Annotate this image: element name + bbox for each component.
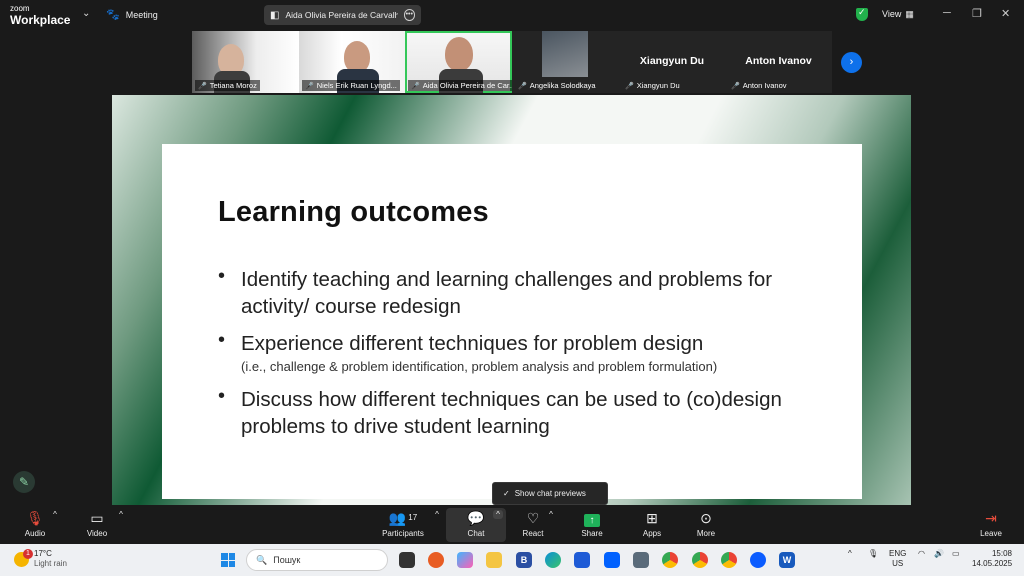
participant-tile[interactable]: 🎤 Niels Erik Ruan Lyngd... (299, 31, 405, 93)
view-button[interactable]: View ▦ (882, 9, 914, 20)
input-language-indicator[interactable]: ENG US (889, 549, 906, 569)
apps-grid-icon: ⊞ (646, 510, 658, 526)
react-options-chevron-icon[interactable]: ^ (546, 510, 556, 519)
participant-name-label: 🎤 Xiangyun Du (625, 81, 680, 90)
chrome-profile-icon[interactable] (721, 552, 737, 568)
participant-display-name: Anton Ivanov (745, 55, 812, 67)
share-screen-icon: ↑ (584, 514, 600, 527)
app-icon[interactable] (633, 552, 649, 568)
participant-tile-active-speaker[interactable]: 🎤 Aida Olivia Pereira de Car... (405, 31, 512, 93)
checkmark-icon: ✓ (503, 489, 510, 498)
active-speaker-pill[interactable]: ◧ Aida Olivia Pereira de Carvalho C ••• (264, 5, 421, 25)
title-bar: zoom Workplace ⌄ 🐾 Meeting ◧ Aida Olivia… (0, 0, 1024, 30)
task-view-icon[interactable] (399, 552, 415, 568)
mic-muted-icon: 🎤 (411, 82, 420, 90)
file-explorer-icon[interactable] (486, 552, 502, 568)
audio-options-chevron-icon[interactable]: ^ (50, 510, 60, 519)
copilot-icon[interactable] (457, 552, 473, 568)
chat-preview-toast[interactable]: ✓ Show chat previews (492, 482, 608, 505)
participant-tile[interactable]: 🎤 Tetiana Moroz (192, 31, 299, 93)
dropbox-icon[interactable] (604, 552, 620, 568)
participant-name-label: 🎤 Niels Erik Ruan Lyngd... (302, 80, 400, 91)
chat-options-chevron-icon[interactable]: ^ (493, 510, 503, 519)
participant-video (542, 31, 588, 77)
minimize-icon[interactable]: ─ (943, 7, 951, 19)
video-options-chevron-icon[interactable]: ^ (116, 510, 126, 519)
taskbar-clock[interactable]: 15:08 14.05.2025 (972, 549, 1012, 569)
slide-content: Learning outcomes Identify teaching and … (162, 144, 862, 499)
participants-count: 17 (408, 513, 418, 522)
chevron-down-icon[interactable]: ⌄ (82, 8, 90, 19)
leave-button[interactable]: ⇥ Leave (961, 510, 1021, 538)
zoom-app-icon[interactable] (750, 552, 766, 568)
mic-muted-icon: 🎤 (305, 82, 314, 90)
chat-preview-label: Show chat previews (514, 489, 586, 498)
participant-video (445, 37, 473, 71)
meeting-info-button[interactable]: 🐾 Meeting (106, 8, 158, 21)
more-button[interactable]: ⊙ More (676, 510, 736, 538)
participant-tile[interactable]: Xiangyun Du 🎤 Xiangyun Du (619, 31, 725, 93)
participants-button[interactable]: 👥 17 Participants (373, 510, 433, 538)
shared-screen: Learning outcomes Identify teaching and … (112, 95, 911, 505)
microsoft-store-icon[interactable] (574, 552, 590, 568)
search-placeholder: Пошук (273, 555, 301, 565)
app-b-icon[interactable]: B (516, 552, 532, 568)
close-icon[interactable]: ✕ (1001, 7, 1010, 20)
slide-bullet: Experience different techniques for prob… (218, 329, 828, 376)
slide-bullet: Discuss how different techniques can be … (218, 385, 828, 440)
next-page-arrow-icon[interactable]: › (841, 52, 862, 73)
zoom-window: zoom Workplace ⌄ 🐾 Meeting ◧ Aida Olivia… (0, 0, 1024, 576)
participant-tile[interactable]: Anton Ivanov 🎤 Anton Ivanov (725, 31, 832, 93)
battery-icon[interactable]: ▭ (952, 549, 960, 558)
security-shield-icon[interactable] (856, 7, 868, 21)
meeting-label: Meeting (125, 9, 158, 20)
word-icon[interactable]: W (779, 552, 795, 568)
speaker-icon: ◧ (270, 9, 280, 21)
search-icon: 🔍 (256, 554, 268, 565)
mic-muted-icon: 🎤 (198, 82, 207, 90)
more-options-icon[interactable]: ••• (403, 9, 415, 21)
apps-button[interactable]: ⊞ Apps (622, 510, 682, 538)
annotate-pencil-icon[interactable]: ✎ (13, 471, 35, 493)
chrome-icon[interactable] (662, 552, 678, 568)
participant-strip: 🎤 Tetiana Moroz 🎤 Niels Erik Ruan Lyngd...… (192, 31, 832, 93)
share-button[interactable]: ↑ Share (562, 510, 622, 538)
leave-exit-icon: ⇥ (985, 510, 997, 526)
volume-icon[interactable]: 🔊 (934, 549, 944, 558)
wifi-icon[interactable]: ◠ (918, 549, 925, 558)
taskbar-search-input[interactable]: 🔍 Пошук (246, 549, 388, 571)
meeting-toolbar: 🎙 Audio ^ ▭ Video ^ 👥 17 Participants ^ 💬… (0, 508, 1024, 544)
paw-icon: 🐾 (106, 9, 120, 21)
weather-widget[interactable]: 1 17°C Light rain (12, 549, 67, 569)
participant-name-label: 🎤 Angelika Solodkaya (518, 81, 596, 90)
microphone-icon[interactable]: 🎙 (868, 549, 878, 558)
participant-display-name: Xiangyun Du (639, 55, 705, 67)
active-speaker-name: Aida Olivia Pereira de Carvalho C (285, 10, 398, 20)
edge-icon[interactable] (545, 552, 561, 568)
windows-taskbar: 1 17°C Light rain 🔍 Пошук B W ^ 🎙 ENG US… (0, 544, 1024, 576)
more-dots-icon: ⊙ (700, 510, 712, 526)
participants-icon: 👥 (388, 510, 407, 526)
slide-bullet: Identify teaching and learning challenge… (218, 265, 828, 320)
chrome-profile-icon[interactable] (692, 552, 708, 568)
notification-badge: 1 (23, 549, 33, 559)
show-hidden-icons-chevron-icon[interactable]: ^ (848, 549, 852, 558)
slide-bullet-list: Identify teaching and learning challenge… (218, 265, 828, 450)
participants-options-chevron-icon[interactable]: ^ (432, 510, 442, 519)
restore-icon[interactable]: ❐ (972, 7, 982, 20)
participant-tile[interactable]: 🎤 Angelika Solodkaya (512, 31, 619, 93)
mic-muted-icon: 🎤 (625, 82, 634, 90)
participant-name-label: 🎤 Anton Ivanov (731, 81, 787, 90)
zoom-logo: zoom Workplace (10, 4, 71, 27)
windows-start-icon[interactable] (221, 553, 235, 567)
slide-title: Learning outcomes (218, 196, 489, 228)
participant-name-label: 🎤 Tetiana Moroz (195, 80, 260, 91)
view-label: View (882, 9, 902, 19)
firefox-icon[interactable] (428, 552, 444, 568)
view-grid-icon: ▦ (905, 9, 914, 19)
participant-name-label: 🎤 Aida Olivia Pereira de Car... (408, 80, 512, 91)
mic-muted-icon: 🎤 (518, 82, 527, 90)
mic-muted-icon: 🎤 (731, 82, 740, 90)
